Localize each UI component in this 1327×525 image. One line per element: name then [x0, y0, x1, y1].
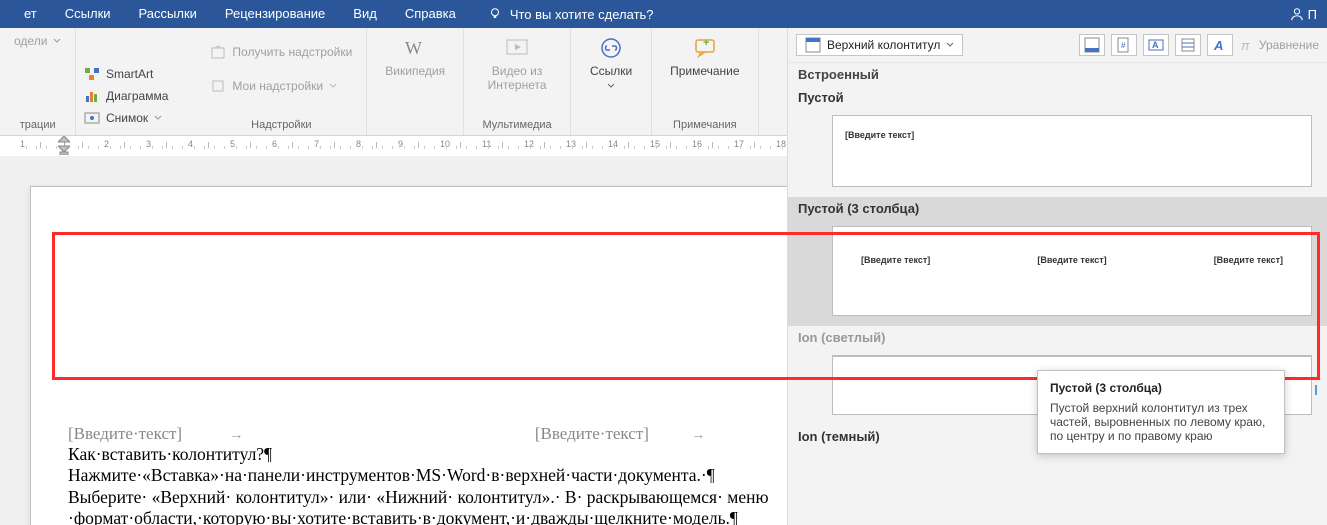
group-label-addins: Надстройки	[206, 117, 356, 135]
group-label-illustrations: трации	[10, 117, 65, 135]
online-video-button[interactable]: Видео из Интернета	[474, 32, 560, 96]
document-body[interactable]: Как·вставить·колонтитул?¶Нажмите·«Вставк…	[68, 444, 788, 525]
gallery-item-3col[interactable]: [Введите текст] [Введите текст] [Введите…	[832, 226, 1312, 316]
textbox-button[interactable]: A	[1143, 34, 1169, 56]
link-icon	[599, 36, 623, 60]
links-button[interactable]: Ссылки	[581, 32, 641, 94]
page-number-button[interactable]: #	[1111, 34, 1137, 56]
chevron-down-icon	[154, 114, 162, 122]
page-number-icon: #	[1116, 37, 1132, 53]
tooltip-body: Пустой верхний колонтитул из трех частей…	[1050, 401, 1272, 443]
gallery-cat-empty: Пустой	[788, 86, 1327, 109]
chart-button[interactable]: Диаграмма	[80, 86, 172, 106]
chevron-down-icon	[946, 41, 954, 49]
gallery-cat-ion-light: Ion (светлый)	[788, 326, 1327, 349]
smartart-icon	[84, 66, 100, 82]
header-field-row[interactable]: [Введите·текст] → [Введите·текст] → [Вве	[68, 424, 894, 444]
user-label: П	[1308, 7, 1317, 22]
header-field-center[interactable]: [Введите·текст]	[535, 424, 649, 443]
footer-button[interactable]	[1079, 34, 1105, 56]
chevron-down-icon	[329, 82, 337, 90]
textbox-icon: A	[1148, 37, 1164, 53]
wikipedia-icon: W	[403, 36, 427, 60]
equation-icon: π	[1239, 37, 1255, 53]
lightbulb-icon	[488, 7, 502, 21]
video-icon	[505, 36, 529, 60]
svg-text:A: A	[1213, 38, 1223, 53]
tooltip: Пустой (3 столбца) Пустой верхний колонт…	[1037, 370, 1285, 454]
puzzle-icon	[210, 78, 226, 94]
tab-review[interactable]: Рецензирование	[211, 0, 339, 28]
wordart-icon: A	[1212, 37, 1228, 53]
get-addins-button[interactable]: Получить надстройки	[206, 42, 356, 62]
svg-text:W: W	[405, 38, 422, 58]
tab-links[interactable]: Ссылки	[51, 0, 125, 28]
placeholder-text: [Введите текст]	[861, 255, 930, 265]
comment-button[interactable]: + Примечание	[662, 32, 747, 82]
placeholder-text: [Введите текст]	[1214, 255, 1283, 265]
tell-me[interactable]: Что вы хотите сделать?	[470, 7, 654, 22]
store-icon	[210, 44, 226, 60]
group-label-comments: Примечания	[662, 117, 747, 135]
tab-arrow-icon: →	[653, 426, 743, 442]
svg-text:π: π	[1241, 38, 1250, 53]
person-icon	[1290, 7, 1304, 21]
footer-icon	[1084, 37, 1100, 53]
ribbon-tabs: ет Ссылки Рассылки Рецензирование Вид Сп…	[0, 0, 1327, 28]
svg-text:#: #	[1121, 41, 1126, 50]
comment-icon: +	[693, 36, 717, 60]
models-button[interactable]: одели	[10, 32, 65, 50]
wordart-button[interactable]: A	[1207, 34, 1233, 56]
group-label-media: Мультимедиа	[474, 117, 560, 135]
gallery-item-empty[interactable]: [Введите текст]	[832, 115, 1312, 187]
placeholder-text: [Введите текст]	[845, 130, 914, 140]
tab-help[interactable]: Справка	[391, 0, 470, 28]
chart-icon	[84, 88, 100, 104]
chevron-down-icon	[607, 82, 615, 90]
tab-cut[interactable]: ет	[10, 0, 51, 28]
header-icon	[805, 37, 821, 53]
screenshot-button[interactable]: Снимок	[80, 108, 166, 128]
gallery-cat-3col: Пустой (3 столбца)	[788, 197, 1327, 220]
equation-button[interactable]: π Уравнение	[1239, 34, 1319, 56]
gallery-section-builtin: Встроенный	[788, 63, 1327, 86]
parts-icon	[1180, 37, 1196, 53]
svg-text:A: A	[1152, 40, 1159, 50]
my-addins-button[interactable]: Мои надстройки	[206, 76, 356, 96]
tab-arrow-icon: →	[186, 426, 286, 442]
chevron-down-icon	[53, 37, 61, 45]
tell-me-label: Что вы хотите сделать?	[510, 7, 654, 22]
quick-parts-button[interactable]	[1175, 34, 1201, 56]
user-account[interactable]: П	[1290, 7, 1317, 22]
wikipedia-button[interactable]: W Википедия	[377, 32, 453, 82]
smartart-button[interactable]: SmartArt	[80, 64, 157, 84]
placeholder-text: [Введите текст]	[1037, 255, 1106, 265]
tab-view[interactable]: Вид	[339, 0, 391, 28]
tab-mailings[interactable]: Рассылки	[125, 0, 211, 28]
screenshot-icon	[84, 110, 100, 126]
header-field-left[interactable]: [Введите·текст]	[68, 424, 182, 443]
header-dropdown[interactable]: Верхний колонтитул	[796, 34, 963, 56]
svg-text:+: +	[703, 37, 709, 49]
tooltip-title: Пустой (3 столбца)	[1050, 381, 1272, 395]
